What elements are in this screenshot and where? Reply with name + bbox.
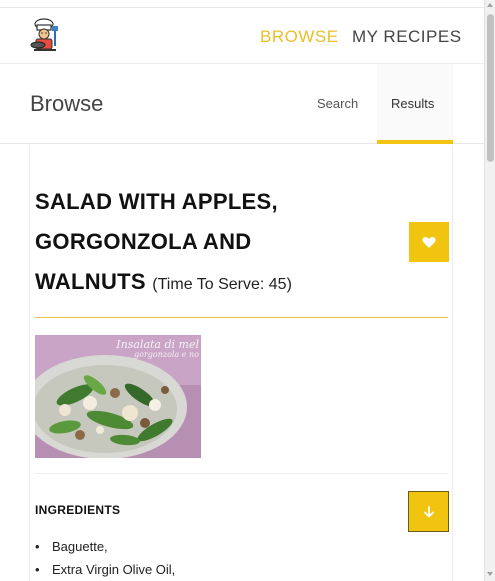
ingredient-item: Baguette,	[35, 535, 175, 558]
recipe-title: SALAD WITH APPLES, GORGONZOLA AND WALNUT…	[35, 182, 395, 305]
scroll-up-arrow-icon[interactable]	[487, 3, 493, 7]
tab-results-label: Results	[391, 96, 435, 111]
nav-browse-link[interactable]: BROWSE	[260, 27, 339, 47]
recipe-card: SALAD WITH APPLES, GORGONZOLA AND WALNUT…	[29, 145, 453, 581]
scroll-thumb[interactable]	[487, 14, 494, 162]
section-divider	[35, 473, 448, 474]
nav-my-recipes-link[interactable]: MY RECIPES	[352, 27, 462, 47]
recipe-title-line: WALNUTS	[35, 269, 146, 294]
page-title: Browse	[30, 91, 104, 116]
title-divider	[35, 317, 448, 318]
expand-ingredients-button[interactable]	[408, 491, 449, 532]
browser-top-strip	[0, 0, 484, 8]
scrollbar[interactable]	[484, 0, 495, 581]
recipe-image: Insalata di mel gorgonzola e no	[35, 335, 201, 458]
tab-results[interactable]: Results	[377, 64, 453, 144]
chef-logo-icon[interactable]	[28, 18, 64, 54]
recipe-title-line: GORGONZOLA AND	[35, 229, 252, 254]
scroll-down-arrow-icon[interactable]	[487, 572, 493, 576]
tab-search[interactable]: Search	[317, 96, 358, 111]
serve-time: (Time To Serve: 45)	[152, 276, 292, 293]
favorite-button[interactable]	[409, 222, 449, 262]
recipe-title-line: SALAD WITH APPLES,	[35, 189, 278, 214]
ingredients-heading: INGREDIENTS	[35, 503, 121, 517]
navbar: BROWSE MY RECIPES	[0, 9, 484, 64]
image-subcaption: gorgonzola e no	[134, 350, 199, 359]
arrow-down-icon	[423, 505, 434, 517]
heart-icon	[422, 236, 436, 248]
ingredients-list: Baguette, Extra Virgin Olive Oil,	[35, 535, 175, 581]
ingredient-item: Extra Virgin Olive Oil,	[35, 558, 175, 581]
page-subheader: Browse Search Results	[0, 64, 484, 144]
